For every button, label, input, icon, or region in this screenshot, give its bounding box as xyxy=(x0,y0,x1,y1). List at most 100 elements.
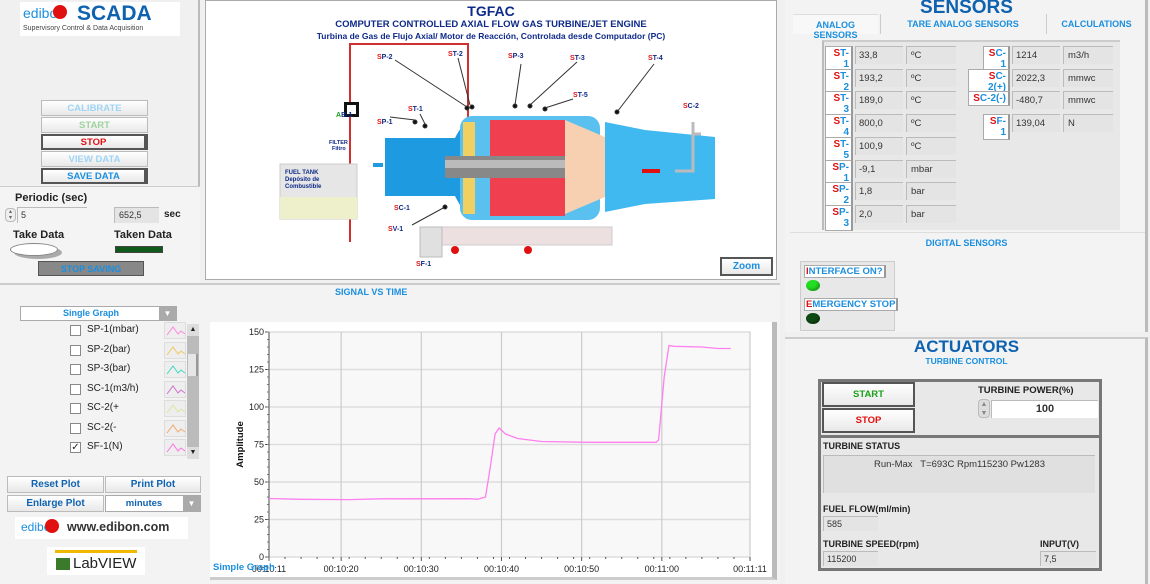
control-button-view-data[interactable]: VIEW DATA xyxy=(41,151,148,167)
sensor-tag-name: P-3 xyxy=(839,206,849,229)
channel-label[interactable]: SP-1(mbar) xyxy=(87,324,139,335)
sensor-tag-sp-3[interactable]: SP-3 xyxy=(825,204,853,231)
print-plot-button[interactable]: Print Plot xyxy=(105,476,201,493)
labview-text: LabVIEW xyxy=(73,555,137,572)
sensor-unit: ºC xyxy=(906,46,956,64)
sensor-unit: mmwc xyxy=(1063,91,1113,110)
scroll-up-icon[interactable]: ▲ xyxy=(187,324,199,336)
turbine-power-label: TURBINE POWER(%) xyxy=(978,385,1074,396)
logo-dot xyxy=(45,519,59,533)
status-divider xyxy=(818,435,1102,438)
turbine-stop-button[interactable]: STOP xyxy=(822,408,915,433)
channel-scrollbar[interactable]: ▲ ▼ xyxy=(187,324,199,459)
channel-color-swatch[interactable] xyxy=(164,341,186,359)
enlarge-plot-button[interactable]: Enlarge Plot xyxy=(7,495,104,512)
diagram-tag-sp-1: SP-1 xyxy=(377,119,393,126)
take-data-label: Take Data xyxy=(13,229,65,241)
control-button-stop[interactable]: STOP xyxy=(41,134,148,150)
chevron-down-icon: ▼ xyxy=(159,307,176,320)
channel-checkbox[interactable] xyxy=(70,344,81,356)
sensor-value: 2,0 xyxy=(855,204,903,223)
diagram-tag-sp-2: SP-2 xyxy=(377,54,393,61)
zoom-button[interactable]: Zoom xyxy=(720,257,773,276)
time-units-select[interactable]: minutes ▼ xyxy=(105,495,201,512)
turbine-diagram: FUEL TANK Depósito de Combustible FILTER… xyxy=(279,43,715,268)
turbine-status-display: Run-Max T=693C Rpm115230 Pw1283 xyxy=(823,455,1095,493)
scroll-thumb[interactable] xyxy=(188,354,198,376)
diagram-tag-sc-2: SC-2 xyxy=(683,103,699,110)
take-data-toggle[interactable] xyxy=(10,243,58,256)
periodic-label: Periodic (sec) xyxy=(15,192,88,204)
channel-checkbox[interactable] xyxy=(70,364,81,375)
channel-label[interactable]: SC-1(m3/h) xyxy=(87,383,139,394)
digital-sensors-title: DIGITAL SENSORS xyxy=(925,238,1008,248)
sensor-tag-sf-1[interactable]: SF-1 xyxy=(983,114,1010,141)
sensor-tag-name: T-4 xyxy=(840,116,849,139)
x-tick-label: 00:10:50 xyxy=(564,564,599,574)
periodic-input[interactable]: 5 xyxy=(17,207,87,223)
channel-checkbox[interactable] xyxy=(70,325,81,336)
channel-color-swatch[interactable] xyxy=(164,419,186,437)
sensor-tag-prefix: S xyxy=(989,116,997,128)
sensor-unit: ºC xyxy=(906,91,956,110)
stop-saving-button[interactable]: STOP SAVING xyxy=(38,261,144,276)
control-button-start[interactable]: START xyxy=(41,117,148,133)
channel-label[interactable]: SC-2(+ xyxy=(87,402,119,413)
sensor-unit: mbar xyxy=(906,159,956,178)
sensor-tag-prefix: S xyxy=(832,184,839,196)
edibon-website: edibon www.edibon.com xyxy=(15,517,188,539)
turbine-start-button[interactable]: START xyxy=(822,382,915,407)
sensor-tag-name: T-3 xyxy=(840,93,849,116)
channel-checkbox[interactable] xyxy=(70,422,81,434)
diagram-title: TGFAC xyxy=(467,3,515,19)
actuators-subtitle: TURBINE CONTROL xyxy=(925,356,1008,366)
led-indicator-off xyxy=(806,313,820,324)
graph-mode-select[interactable]: Single Graph ▼ xyxy=(20,306,177,321)
channel-color-swatch[interactable] xyxy=(164,380,186,398)
channel-checkbox[interactable] xyxy=(70,403,81,414)
tab-tare-analog-sensors[interactable]: TARE ANALOG SENSORS xyxy=(880,14,1045,34)
channel-color-swatch[interactable] xyxy=(164,361,186,378)
control-button-save-data[interactable]: SAVE DATA xyxy=(41,168,148,184)
graph-caption: Simple Graph xyxy=(213,562,275,573)
turbine-speed-label: TURBINE SPEED(rpm) xyxy=(823,539,920,549)
diagram-tag-sf-1: SF-1 xyxy=(416,261,431,268)
periodic-stepper[interactable]: ▴ ▾ xyxy=(5,208,16,222)
sensor-tag-name: C-1 xyxy=(995,48,1006,70)
sensor-tag-sc-2-[interactable]: SC-2(-) xyxy=(968,91,1010,107)
y-tick-label: 0 xyxy=(259,552,264,562)
y-tick-label: 75 xyxy=(254,440,264,450)
sensor-value: 193,2 xyxy=(855,68,903,87)
graph-mode-value: Single Graph xyxy=(62,308,119,318)
channel-checkbox[interactable]: ✓ xyxy=(70,442,81,453)
sensor-tag-name: P-1 xyxy=(839,161,849,184)
channel-color-swatch[interactable] xyxy=(164,439,186,456)
sensor-tag-name: T-1 xyxy=(840,48,849,70)
labview-logo: LabVIEW xyxy=(47,547,145,575)
y-tick-label: 100 xyxy=(249,402,264,412)
tab-analog-sensors[interactable]: ANALOG SENSORS xyxy=(793,14,878,40)
sensor-tag-name: F-1 xyxy=(996,116,1006,139)
channel-color-swatch[interactable] xyxy=(164,322,186,339)
channel-label[interactable]: SC-2(- xyxy=(87,422,116,433)
channel-label[interactable]: SP-3(bar) xyxy=(87,363,130,374)
control-button-calibrate[interactable]: CALIBRATE xyxy=(41,100,148,116)
app-subtitle: Supervisory Control & Data Acquisition xyxy=(23,25,144,32)
channel-color-swatch[interactable] xyxy=(164,400,186,417)
turbine-power-stepper[interactable]: ▲ ▼ xyxy=(978,399,990,418)
digital-divider xyxy=(790,232,1145,233)
tank-label-2: Depósito de xyxy=(285,177,320,183)
tab-calculations[interactable]: CALCULATIONS xyxy=(1046,14,1146,34)
scroll-down-icon[interactable]: ▼ xyxy=(187,447,199,459)
reset-plot-button[interactable]: Reset Plot xyxy=(7,476,104,493)
sensor-unit: N xyxy=(1063,114,1113,133)
digital-tag-name: MERGENCY STOP xyxy=(812,299,896,310)
input-voltage-label: INPUT(V) xyxy=(1040,539,1079,549)
channel-checkbox[interactable] xyxy=(70,383,81,395)
channel-label[interactable]: SP-2(bar) xyxy=(87,344,130,355)
channel-label[interactable]: SF-1(N) xyxy=(87,441,123,452)
turbine-power-input[interactable]: 100 xyxy=(991,400,1098,418)
elapsed-unit: sec xyxy=(164,209,181,220)
diagram-tag-st-5: ST-5 xyxy=(573,92,588,99)
labview-bar xyxy=(55,550,137,553)
